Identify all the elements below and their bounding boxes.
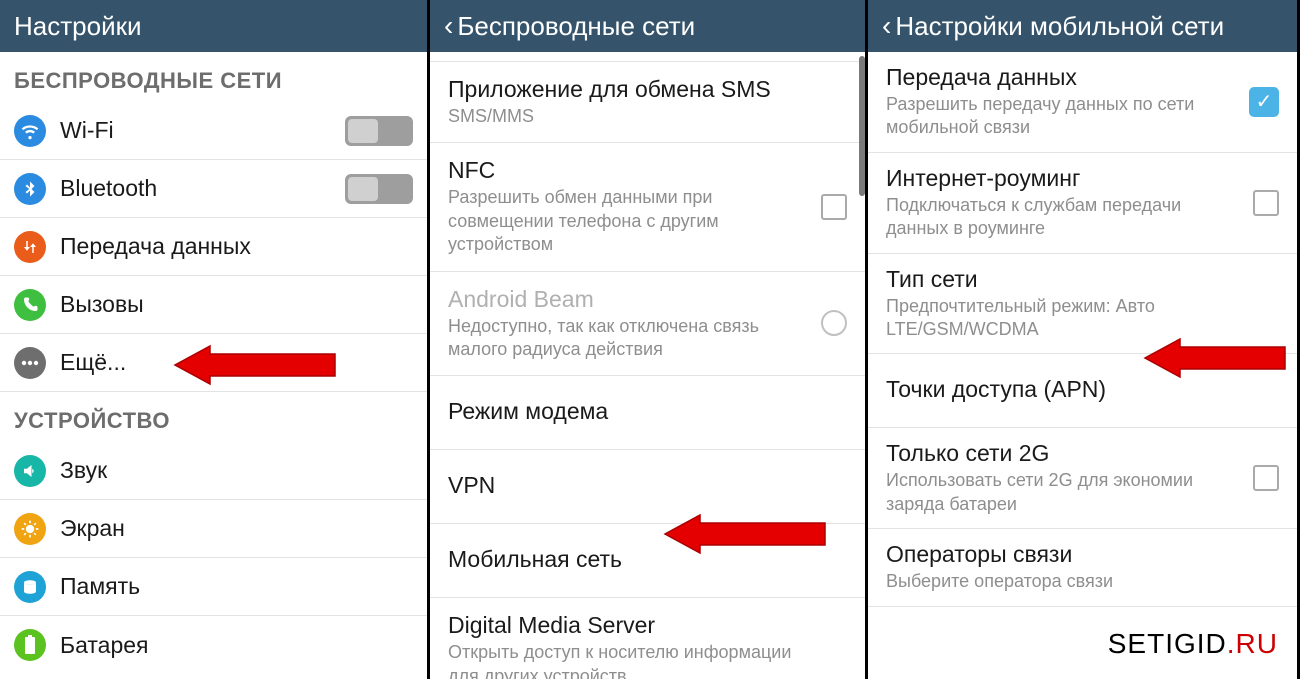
item-title: Тип сети <box>886 266 1279 293</box>
item-sub: SMS/MMS <box>448 105 847 128</box>
item-data-transfer[interactable]: Передача данных Разрешить передачу данны… <box>868 52 1297 153</box>
beam-radio <box>821 310 847 336</box>
nfc-checkbox[interactable] <box>821 194 847 220</box>
roaming-checkbox[interactable] <box>1253 190 1279 216</box>
item-network-type[interactable]: Тип сети Предпочтительный режим: Авто LT… <box>868 254 1297 355</box>
watermark-part2: .RU <box>1227 628 1278 659</box>
item-title: Мобильная сеть <box>448 546 847 573</box>
item-nfc[interactable]: NFC Разрешить обмен данными при совмещен… <box>430 143 865 271</box>
row-wifi[interactable]: Wi-Fi <box>0 102 427 160</box>
row-more[interactable]: Ещё... <box>0 334 427 392</box>
header[interactable]: ‹ Настройки мобильной сети <box>868 0 1297 52</box>
item-roaming[interactable]: Интернет-роуминг Подключаться к службам … <box>868 153 1297 254</box>
back-chevron-icon[interactable]: ‹ <box>882 10 891 42</box>
row-display[interactable]: Экран <box>0 500 427 558</box>
row-storage[interactable]: Память <box>0 558 427 616</box>
wireless-panel: ‹ Беспроводные сети Приложение для обмен… <box>430 0 868 679</box>
row-label: Передача данных <box>60 233 413 260</box>
item-operators[interactable]: Операторы связи Выберите оператора связи <box>868 529 1297 606</box>
row-bluetooth[interactable]: Bluetooth <box>0 160 427 218</box>
item-title: Android Beam <box>448 286 847 313</box>
title-text: Настройки <box>14 11 142 42</box>
row-label: Батарея <box>60 632 413 659</box>
item-title: Режим модема <box>448 398 847 425</box>
row-label: Экран <box>60 515 413 542</box>
bluetooth-icon <box>14 173 46 205</box>
storage-icon <box>14 571 46 603</box>
battery-icon <box>14 629 46 661</box>
item-sms-app[interactable]: Приложение для обмена SMS SMS/MMS <box>430 62 865 143</box>
watermark-part1: SETIGID <box>1108 628 1227 659</box>
title-text: Настройки мобильной сети <box>895 11 1224 42</box>
item-2g-only[interactable]: Только сети 2G Использовать сети 2G для … <box>868 428 1297 529</box>
item-dms[interactable]: Digital Media Server Открыть доступ к но… <box>430 598 865 679</box>
item-apn[interactable]: Точки доступа (APN) <box>868 354 1297 428</box>
settings-panel: Настройки БЕСПРОВОДНЫЕ СЕТИ Wi-Fi Blueto… <box>0 0 430 679</box>
section-device: УСТРОЙСТВО <box>0 392 427 442</box>
item-title: Операторы связи <box>886 541 1279 568</box>
data-checkbox-checked[interactable]: ✓ <box>1249 87 1279 117</box>
item-mobile-network[interactable]: Мобильная сеть <box>430 524 865 598</box>
item-title: Приложение для обмена SMS <box>448 76 847 103</box>
title-text: Беспроводные сети <box>457 11 695 42</box>
row-sound[interactable]: Звук <box>0 442 427 500</box>
row-label: Bluetooth <box>60 175 345 202</box>
item-title: VPN <box>448 472 847 499</box>
bt-toggle[interactable] <box>345 174 413 204</box>
header[interactable]: ‹ Беспроводные сети <box>430 0 865 52</box>
scroll-indicator <box>859 56 865 196</box>
item-tethering[interactable]: Режим модема <box>430 376 865 450</box>
row-label: Wi-Fi <box>60 117 345 144</box>
row-battery[interactable]: Батарея <box>0 616 427 674</box>
item-android-beam: Android Beam Недоступно, так как отключе… <box>430 272 865 377</box>
item-title: Digital Media Server <box>448 612 847 639</box>
item-title: Передача данных <box>886 64 1279 91</box>
row-data-usage[interactable]: Передача данных <box>0 218 427 276</box>
section-wireless: БЕСПРОВОДНЫЕ СЕТИ <box>0 52 427 102</box>
item-sub: Открыть доступ к носителю информации для… <box>448 641 847 679</box>
item-title: Только сети 2G <box>886 440 1279 467</box>
item-title: Точки доступа (APN) <box>886 376 1279 403</box>
row-label: Ещё... <box>60 349 413 376</box>
display-icon <box>14 513 46 545</box>
phone-icon <box>14 289 46 321</box>
item-sub: Разрешить передачу данных по сети мобиль… <box>886 93 1279 140</box>
row-label: Звук <box>60 457 413 484</box>
item-title: Интернет-роуминг <box>886 165 1279 192</box>
mobile-network-panel: ‹ Настройки мобильной сети Передача данн… <box>868 0 1300 679</box>
item-vpn[interactable]: VPN <box>430 450 865 524</box>
header-title: Настройки <box>0 0 427 52</box>
wifi-icon <box>14 115 46 147</box>
sound-icon <box>14 455 46 487</box>
item-sub: Использовать сети 2G для экономии заряда… <box>886 469 1279 516</box>
item-sub: Разрешить обмен данными при совмещении т… <box>448 186 847 256</box>
back-chevron-icon[interactable]: ‹ <box>444 10 453 42</box>
item-sub: Предпочтительный режим: Авто LTE/GSM/WCD… <box>886 295 1279 342</box>
row-label: Вызовы <box>60 291 413 318</box>
wifi-toggle[interactable] <box>345 116 413 146</box>
item-sub: Выберите оператора связи <box>886 570 1279 593</box>
row-label: Память <box>60 573 413 600</box>
watermark: SETIGID.RU <box>1108 628 1278 661</box>
item-title: NFC <box>448 157 847 184</box>
only2g-checkbox[interactable] <box>1253 465 1279 491</box>
row-calls[interactable]: Вызовы <box>0 276 427 334</box>
more-icon <box>14 347 46 379</box>
data-icon <box>14 231 46 263</box>
item-sub: Недоступно, так как отключена связь мало… <box>448 315 847 362</box>
item-sub: Подключаться к службам передачи данных в… <box>886 194 1279 241</box>
